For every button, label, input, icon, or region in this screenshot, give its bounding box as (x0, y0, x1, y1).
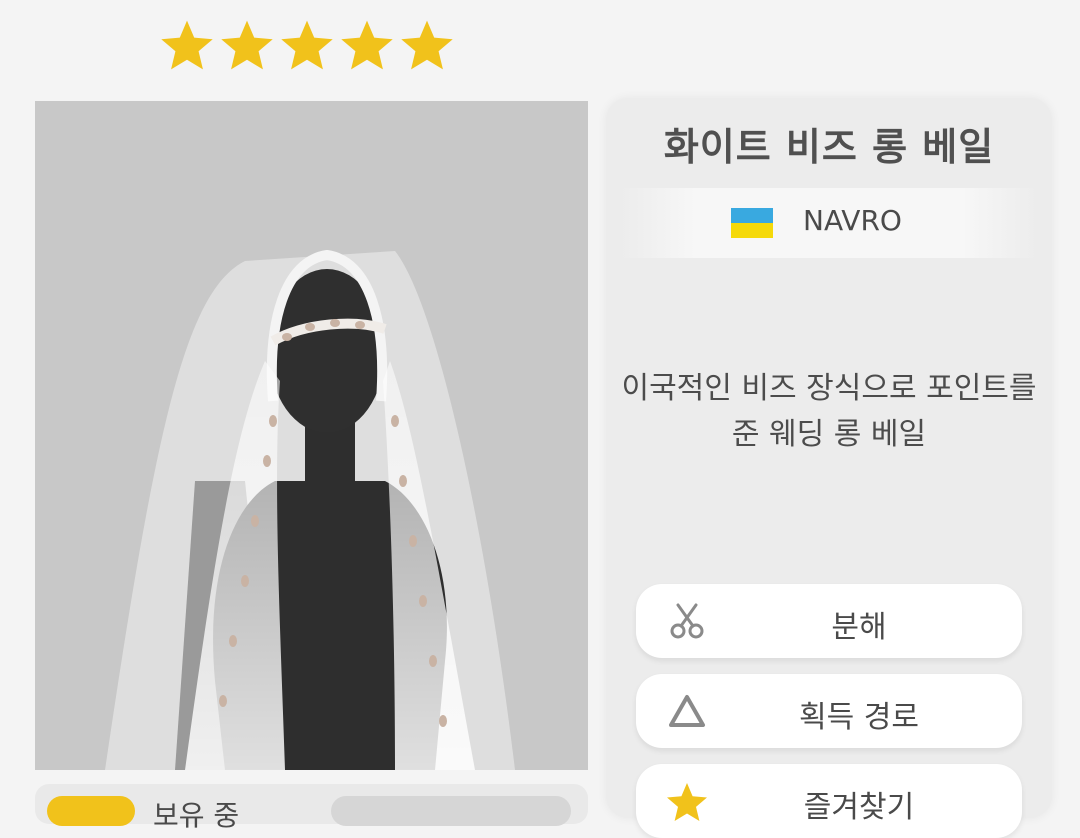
description-line-2: 준 웨딩 롱 베일 (731, 417, 927, 452)
quantity-pill (331, 796, 571, 826)
rating-star-icon (401, 20, 453, 70)
flag-icon (731, 208, 773, 238)
brand-row: NAVRO (620, 188, 1038, 258)
description-line-1: 이국적인 비즈 장식으로 포인트를 (621, 371, 1037, 406)
rating-stars (160, 18, 454, 72)
mannequin-with-veil-image (35, 101, 588, 770)
item-info-panel: 화이트 비즈 롱 베일 NAVRO 이국적인 비즈 장식으로 포인트를 준 웨딩… (606, 98, 1052, 838)
rating-star-icon (281, 20, 333, 70)
item-name: 화이트 비즈 롱 베일 (663, 125, 995, 169)
owned-count-badge (47, 796, 135, 826)
rating-star-icon (221, 20, 273, 70)
item-description: 이국적인 비즈 장식으로 포인트를 준 웨딩 롱 베일 (606, 366, 1052, 458)
owned-status-bar: 보유 중 (35, 784, 588, 832)
rating-star-icon (341, 20, 393, 70)
disassemble-button[interactable]: 분해 (636, 584, 1022, 658)
flag-bottom-stripe (731, 223, 773, 238)
acquisition-route-button[interactable]: 획득 경로 (636, 674, 1022, 748)
rating-star-icon (161, 20, 213, 70)
acquisition-route-label: 획득 경로 (799, 700, 919, 735)
brand-name: NAVRO (803, 204, 902, 237)
flag-top-stripe (731, 208, 773, 223)
disassemble-label: 분해 (831, 610, 887, 645)
item-preview (35, 101, 588, 770)
favorite-button[interactable]: 즐겨찾기 (636, 764, 1022, 838)
favorite-label: 즐겨찾기 (803, 790, 915, 825)
owned-label: 보유 중 (153, 799, 240, 832)
